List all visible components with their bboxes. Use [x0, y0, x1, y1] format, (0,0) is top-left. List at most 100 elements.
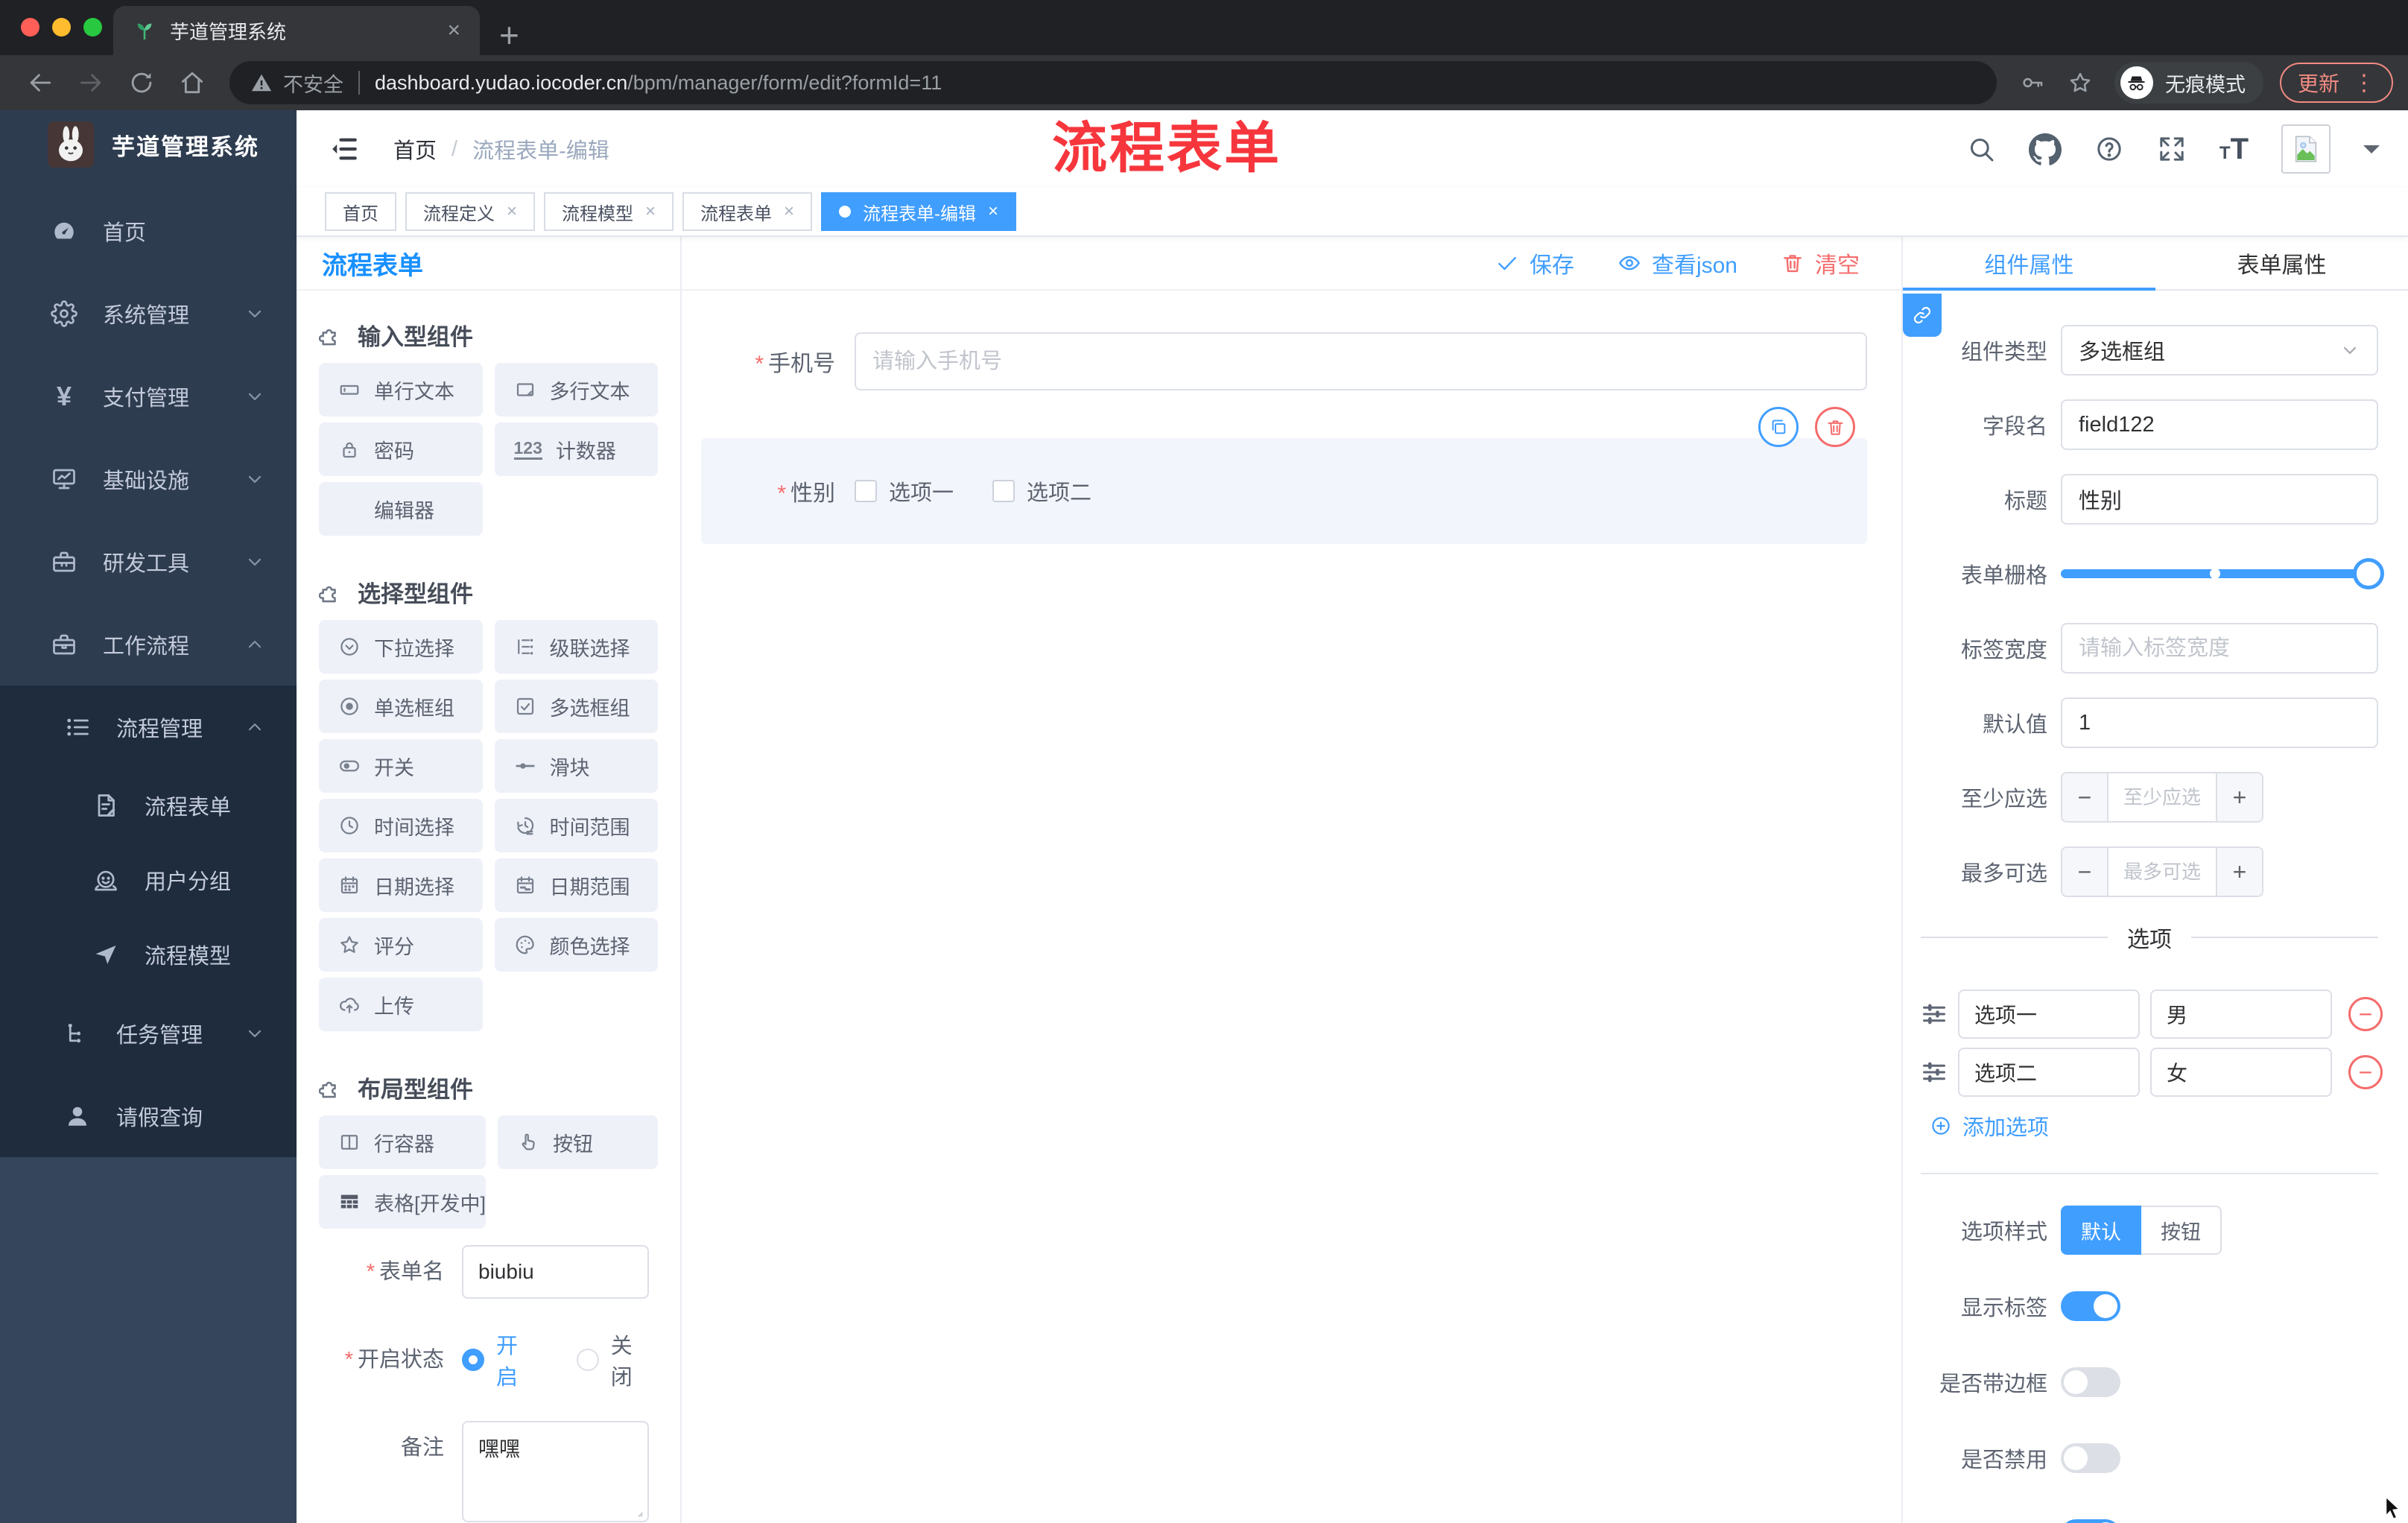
- gender-field-selected[interactable]: * 性别 选项一 选项二: [701, 407, 1867, 544]
- new-tab-button[interactable]: +: [499, 18, 519, 52]
- update-button[interactable]: 更新 ⋮: [2279, 63, 2393, 103]
- required-toggle[interactable]: [2061, 1519, 2120, 1523]
- chip-upload[interactable]: 上传: [319, 978, 483, 1031]
- chip-radio-group[interactable]: 单选框组: [319, 680, 483, 733]
- tab-close-icon[interactable]: ×: [645, 201, 656, 222]
- avatar[interactable]: [2281, 124, 2331, 174]
- radio-off[interactable]: [576, 1349, 599, 1371]
- chip-date-range[interactable]: 日期范围: [494, 858, 658, 912]
- show-label-toggle[interactable]: [2061, 1291, 2120, 1321]
- stepper-decrease-button[interactable]: −: [2062, 773, 2108, 821]
- clear-button[interactable]: 清空: [1781, 247, 1860, 279]
- style-button-button[interactable]: 按钮: [2141, 1206, 2222, 1255]
- phone-field-row[interactable]: * 手机号: [701, 332, 1867, 390]
- tab-close-icon[interactable]: ×: [988, 201, 998, 222]
- data-binding-flag[interactable]: [1903, 294, 1942, 337]
- tab-close-icon[interactable]: ×: [447, 18, 460, 43]
- delete-component-button[interactable]: [1815, 407, 1855, 447]
- chip-table[interactable]: 表格[开发中]: [319, 1175, 487, 1229]
- tab-form-props[interactable]: 表单属性: [2155, 237, 2408, 289]
- chip-date-picker[interactable]: 日期选择: [319, 858, 483, 912]
- sidebar-item-payment[interactable]: ¥ 支付管理: [0, 355, 297, 437]
- sidebar-collapse-icon[interactable]: [328, 133, 359, 165]
- option-value-input[interactable]: [2150, 990, 2332, 1039]
- default-value-input[interactable]: [2061, 697, 2378, 748]
- chip-multi-line-text[interactable]: 多行文本: [494, 363, 658, 417]
- sidebar-item-leave-query[interactable]: 请假查询: [0, 1074, 297, 1157]
- max-select-input[interactable]: [2108, 848, 2216, 896]
- radio-on-label[interactable]: 开启: [496, 1329, 534, 1391]
- component-type-select[interactable]: 多选框组: [2061, 325, 2378, 376]
- sidebar-item-process-mgmt[interactable]: 流程管理: [0, 685, 297, 768]
- gender-option-2[interactable]: 选项二: [992, 475, 1091, 507]
- stepper-increase-button[interactable]: +: [2216, 848, 2262, 896]
- forward-icon[interactable]: [77, 69, 105, 97]
- option-name-input[interactable]: [1958, 1048, 2140, 1097]
- radio-on-selected[interactable]: [462, 1349, 484, 1371]
- tab-close-icon[interactable]: ×: [784, 201, 794, 222]
- sidebar-item-system[interactable]: 系统管理: [0, 272, 297, 355]
- window-minimize-button[interactable]: [52, 18, 71, 37]
- sidebar-item-task-mgmt[interactable]: 任务管理: [0, 992, 297, 1074]
- radio-off-label[interactable]: 关闭: [611, 1329, 649, 1391]
- add-option-button[interactable]: 添加选项: [1930, 1110, 2378, 1142]
- reload-icon[interactable]: [127, 69, 156, 97]
- chip-counter[interactable]: 123 计数器: [494, 422, 658, 476]
- gender-option-1[interactable]: 选项一: [855, 475, 954, 507]
- field-name-input[interactable]: [2061, 399, 2378, 450]
- chip-password[interactable]: 密码: [319, 422, 483, 476]
- window-maximize-button[interactable]: [83, 18, 102, 37]
- tab-component-props[interactable]: 组件属性: [1903, 237, 2155, 289]
- form-grid-slider[interactable]: [2061, 548, 2384, 599]
- password-key-icon[interactable]: [2020, 70, 2045, 95]
- disabled-toggle[interactable]: [2061, 1443, 2120, 1473]
- browser-tab[interactable]: 芋道管理系统 ×: [113, 6, 480, 55]
- sidebar-item-process-model[interactable]: 流程模型: [0, 917, 297, 992]
- font-size-icon[interactable]: TT: [2220, 134, 2249, 164]
- phone-input[interactable]: [855, 332, 1867, 390]
- checkbox-unchecked[interactable]: [855, 480, 877, 502]
- github-icon[interactable]: [2028, 133, 2062, 165]
- style-default-button[interactable]: 默认: [2061, 1206, 2141, 1255]
- help-question-icon[interactable]: [2094, 134, 2124, 164]
- form-name-input[interactable]: [462, 1245, 649, 1299]
- save-button[interactable]: 保存: [1495, 247, 1574, 279]
- tab-home[interactable]: 首页: [325, 192, 396, 231]
- sidebar-logo[interactable]: 芋道管理系统: [0, 110, 297, 179]
- chip-editor[interactable]: 编辑器: [319, 482, 483, 536]
- chip-button[interactable]: 按钮: [498, 1115, 658, 1169]
- user-caret-down-icon[interactable]: [2363, 145, 2380, 162]
- chip-slider[interactable]: 滑块: [494, 739, 658, 793]
- label-width-input[interactable]: [2061, 623, 2378, 674]
- home-icon[interactable]: [178, 69, 206, 97]
- view-json-button[interactable]: 查看json: [1618, 247, 1737, 279]
- drag-handle-icon[interactable]: [1921, 1059, 1948, 1086]
- chip-cascade-select[interactable]: 级联选择: [494, 620, 658, 674]
- chip-switch[interactable]: 开关: [319, 739, 483, 793]
- duplicate-component-button[interactable]: [1758, 407, 1799, 447]
- remark-textarea[interactable]: 嘿嘿: [462, 1421, 649, 1522]
- chip-rate[interactable]: 评分: [319, 918, 483, 972]
- sidebar-item-process-form[interactable]: 流程表单: [0, 768, 297, 843]
- sidebar-item-workflow[interactable]: 工作流程: [0, 603, 297, 685]
- browser-menu-dots-icon[interactable]: ⋮: [2353, 70, 2375, 96]
- tab-process-model[interactable]: 流程模型 ×: [544, 192, 674, 231]
- chip-color-picker[interactable]: 颜色选择: [494, 918, 658, 972]
- sidebar-item-home[interactable]: 首页: [0, 189, 297, 272]
- bookmark-star-icon[interactable]: [2068, 70, 2093, 95]
- search-icon[interactable]: [1966, 134, 1996, 164]
- min-select-input[interactable]: [2108, 773, 2216, 821]
- fullscreen-icon[interactable]: [2157, 134, 2187, 164]
- option-value-input[interactable]: [2150, 1048, 2332, 1097]
- tab-process-form[interactable]: 流程表单 ×: [682, 192, 813, 231]
- title-input[interactable]: [2061, 474, 2378, 525]
- chip-dropdown-select[interactable]: 下拉选择: [319, 620, 483, 674]
- remove-option-button[interactable]: −: [2348, 1055, 2383, 1089]
- stepper-decrease-button[interactable]: −: [2062, 848, 2108, 896]
- remove-option-button[interactable]: −: [2348, 997, 2383, 1031]
- chip-row-container[interactable]: 行容器: [319, 1115, 487, 1169]
- chip-time-picker[interactable]: 时间选择: [319, 799, 483, 852]
- slider-handle[interactable]: [2353, 558, 2384, 589]
- stepper-increase-button[interactable]: +: [2216, 773, 2262, 821]
- border-toggle[interactable]: [2061, 1367, 2120, 1397]
